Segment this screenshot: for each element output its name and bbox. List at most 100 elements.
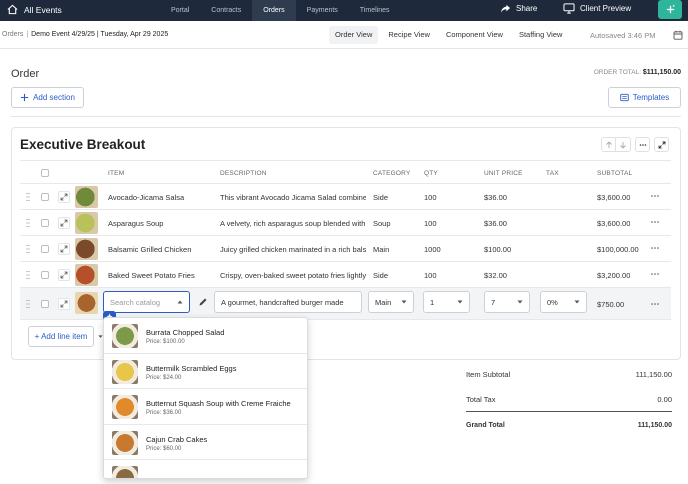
drag-handle-icon[interactable] [26,299,30,309]
more-horizontal-icon[interactable] [650,244,660,252]
view-staffing[interactable]: Staffing View [513,26,569,44]
tab-orders[interactable]: Orders [252,0,296,21]
unit-price-select[interactable]: 7 [484,291,530,313]
drag-handle-icon[interactable] [26,270,30,280]
catalog-option[interactable]: Burrata Chopped Salad Price: $100.00 [104,318,307,354]
add-section-button[interactable]: Add section [11,87,84,108]
view-recipe[interactable]: Recipe View [382,26,436,44]
row-category[interactable]: Side [373,193,388,202]
catalog-option[interactable] [104,460,307,478]
caret-down-icon [574,300,580,304]
col-qty: QTY [424,170,438,177]
row-unit-price[interactable]: $36.00 [484,219,507,228]
row-item[interactable]: Asparagus Soup [108,219,212,228]
row-qty[interactable]: 1000 [424,245,441,254]
catalog-thumbnail [112,359,138,384]
table-row: Balsamic Grilled Chicken Juicy grilled c… [20,236,671,262]
pencil-icon[interactable] [198,297,208,307]
row-unit-price[interactable]: $32.00 [484,271,507,280]
row-item[interactable]: Baked Sweet Potato Fries [108,271,212,280]
row-checkbox[interactable] [41,300,49,308]
search-catalog-input[interactable]: Search catalog [103,291,190,313]
more-horizontal-icon[interactable] [650,192,660,200]
qty-value: 1 [430,297,435,307]
template-icon [620,93,629,102]
tab-portal[interactable]: Portal [160,0,200,21]
qty-select[interactable]: 1 [423,291,470,313]
item-thumbnail [75,238,98,260]
catalog-option[interactable]: Cajun Crab Cakes Price: $60.00 [104,425,307,460]
table-row: Avocado-Jicama Salsa This vibrant Avocad… [20,184,671,210]
tax-select[interactable]: 0% [540,291,587,313]
drag-handle-icon[interactable] [26,244,30,254]
add-line-item-button[interactable]: + Add line item [28,326,94,347]
move-up-button[interactable] [601,137,616,152]
row-category[interactable]: Soup [373,219,391,228]
row-item[interactable]: Avocado-Jicama Salsa [108,193,212,202]
view-component[interactable]: Component View [440,26,509,44]
tab-timelines[interactable]: Timelines [349,0,401,21]
sparkle-add-button[interactable] [658,0,682,19]
expand-row-icon[interactable] [58,298,70,310]
expand-row-icon[interactable] [58,217,70,229]
catalog-option[interactable]: Buttermilk Scrambled Eggs Price: $24.00 [104,354,307,389]
add-section-label: Add section [33,93,75,102]
row-category[interactable]: Side [373,271,388,280]
expand-icon [658,141,666,149]
all-events-link[interactable]: All Events [7,4,62,15]
row-description[interactable]: A velvety, rich asparagus soup blended w… [220,219,366,228]
description-input[interactable]: A gourmet, handcrafted burger made [214,291,362,313]
row-unit-price[interactable]: $36.00 [484,193,507,202]
row-checkbox[interactable] [41,245,49,253]
row-category[interactable]: Main [373,245,389,254]
row-qty[interactable]: 100 [424,271,437,280]
row-description[interactable]: This vibrant Avocado Jicama Salad combin… [220,193,366,202]
more-horizontal-icon[interactable] [650,218,660,226]
templates-button[interactable]: Templates [608,87,681,108]
order-total-value: $111,150.00 [642,69,681,76]
view-order[interactable]: Order View [329,26,379,44]
move-down-button[interactable] [616,137,631,152]
row-qty[interactable]: 100 [424,193,437,202]
section-title[interactable]: Executive Breakout [20,137,145,152]
breadcrumb-orders[interactable]: Orders [2,31,23,38]
row-subtotal: $100,000.00 [597,245,639,254]
expand-row-icon[interactable] [58,191,70,203]
drag-handle-icon[interactable] [26,192,30,202]
autosave-status: Autosaved 3:46 PM [590,31,656,40]
catalog-option[interactable]: Butternut Squash Soup with Creme Fraiche… [104,389,307,425]
share-button[interactable]: Share [500,3,537,14]
row-checkbox[interactable] [41,271,49,279]
caret-down-icon [401,300,407,304]
row-subtotal: $3,600.00 [597,193,631,202]
calendar-icon[interactable] [673,30,683,40]
breadcrumb-current: Demo Event 4/29/25 | Tuesday, Apr 29 202… [31,31,169,38]
catalog-option-price: Price: $60.00 [146,445,182,452]
add-line-item-label: + Add line item [34,332,88,341]
catalog-thumbnail [112,324,138,348]
total-tax-label: Total Tax [466,395,496,404]
row-checkbox[interactable] [41,219,49,227]
more-horizontal-icon[interactable] [650,300,660,308]
row-unit-price[interactable]: $100.00 [484,245,511,254]
expand-row-icon[interactable] [58,243,70,255]
expand-row-icon[interactable] [58,269,70,281]
category-select[interactable]: Main [368,291,414,313]
section-more-button[interactable] [635,137,650,152]
row-item[interactable]: Balsamic Grilled Chicken [108,245,212,254]
row-checkbox[interactable] [41,193,49,201]
monitor-icon [563,3,575,14]
add-line-item-text: Add line item [41,332,88,341]
row-description[interactable]: Juicy grilled chicken marinated in a ric… [220,245,366,254]
divider [11,116,681,117]
section-expand-button[interactable] [654,137,669,152]
tab-payments[interactable]: Payments [296,0,349,21]
row-qty[interactable]: 100 [424,219,437,228]
more-horizontal-icon[interactable] [650,270,660,278]
row-description[interactable]: Crispy, oven-baked sweet potato fries li… [220,271,366,280]
tab-contracts[interactable]: Contracts [200,0,252,21]
drag-handle-icon[interactable] [26,218,30,228]
col-description: DESCRIPTION [220,170,267,177]
select-all-checkbox[interactable] [41,169,49,177]
client-preview-button[interactable]: Client Preview [563,3,631,14]
